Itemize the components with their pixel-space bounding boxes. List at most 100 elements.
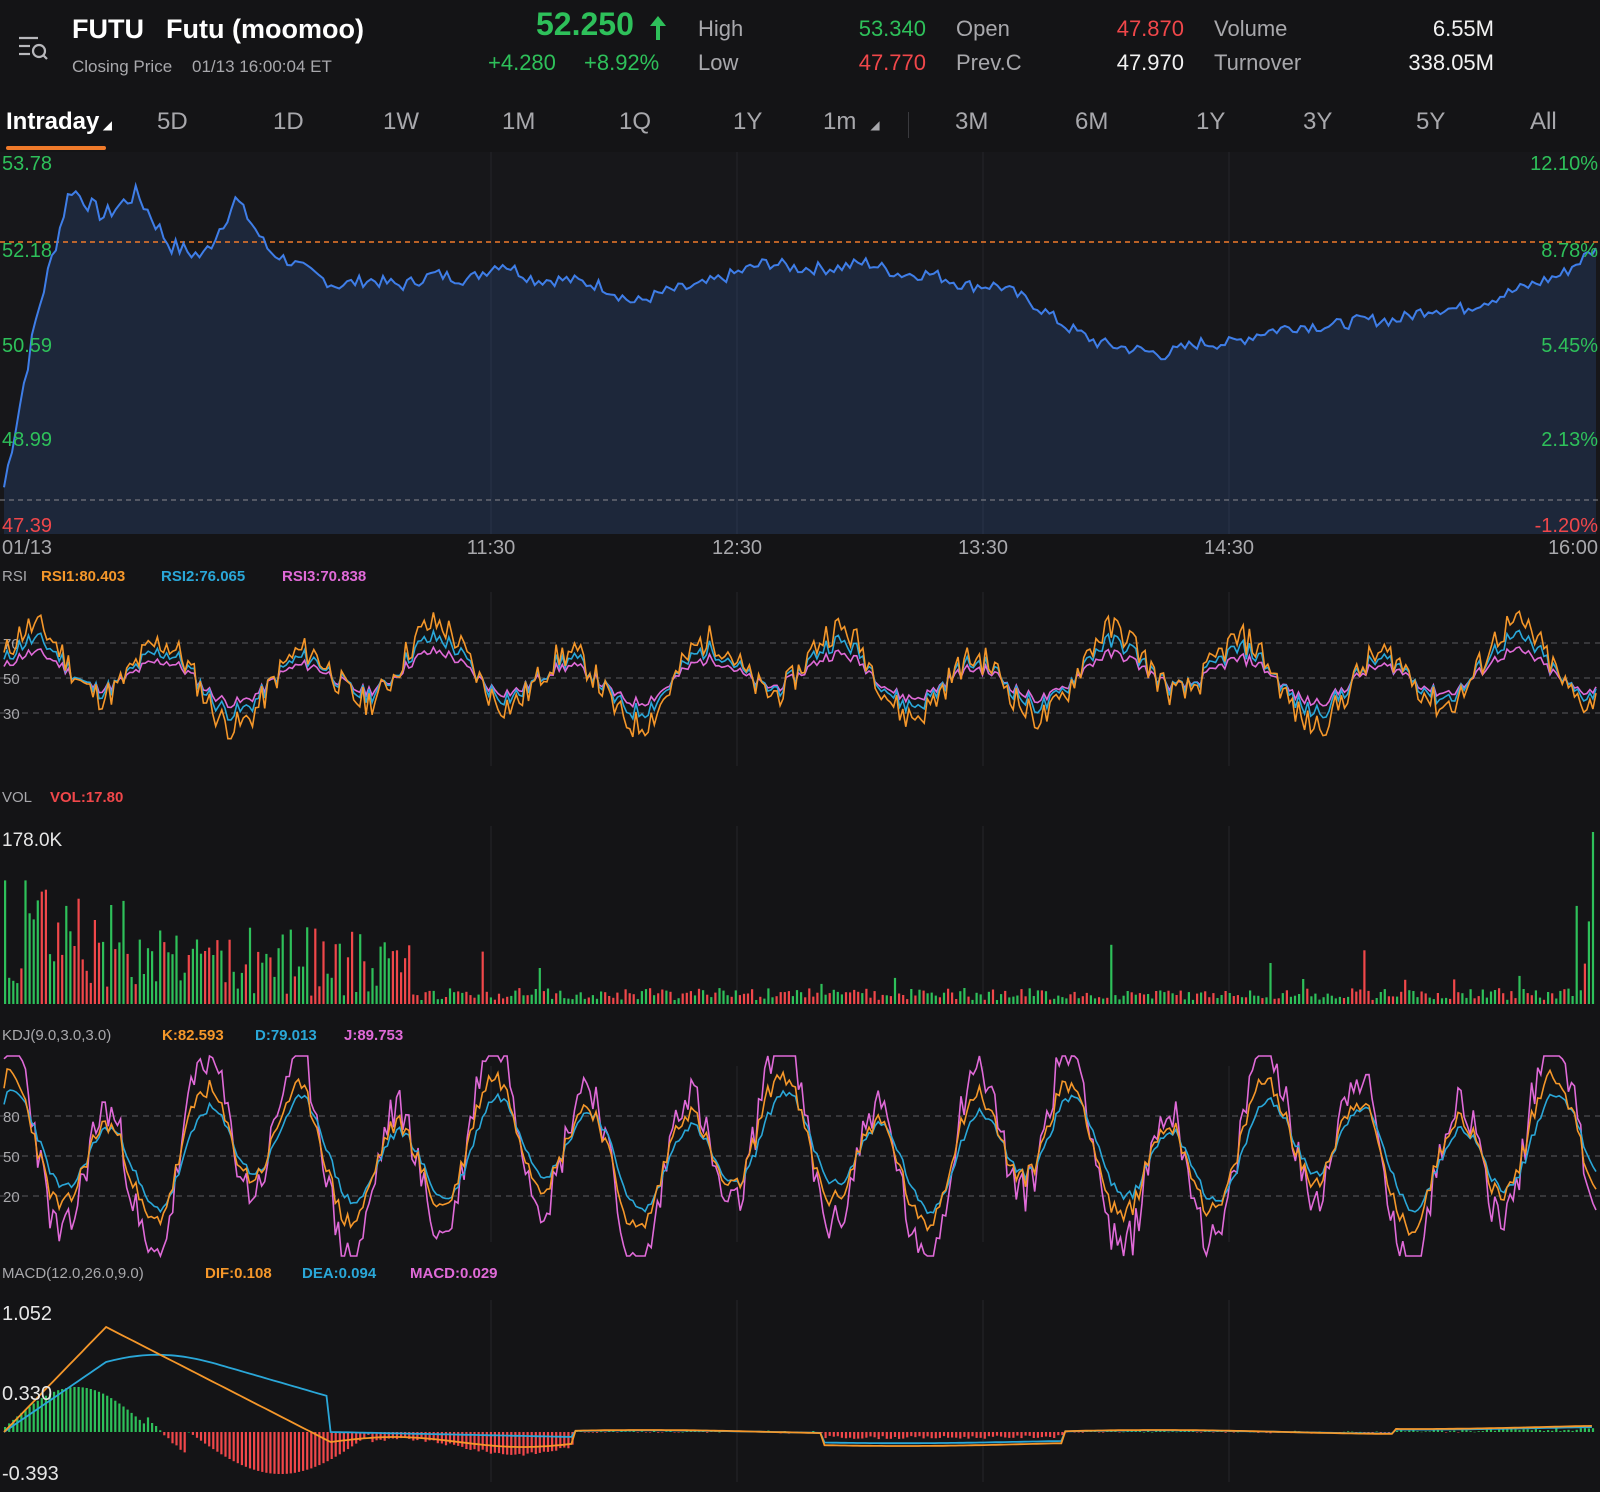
macd-bar <box>24 1409 27 1432</box>
y-axis-left-label: 52.18 <box>2 240 52 262</box>
volume-bar <box>248 927 252 1004</box>
macd-bar <box>1016 1432 1019 1436</box>
macd-bar <box>885 1432 888 1439</box>
volume-bar <box>391 951 394 1004</box>
macd-dea-value: DEA:0.094 <box>302 1265 377 1282</box>
volume-bar <box>538 968 541 1004</box>
macd-bar <box>1477 1431 1480 1432</box>
volume-bar <box>930 992 933 1004</box>
macd-bar <box>853 1432 856 1439</box>
volume-bar <box>171 954 174 1004</box>
volume-bar <box>1383 989 1386 1004</box>
volume-bar <box>318 986 321 1004</box>
volume-bar <box>947 988 950 1004</box>
volume-bar <box>1493 990 1497 1004</box>
volume-bar <box>604 992 607 1004</box>
volume-bar <box>212 955 215 1004</box>
macd-bar <box>636 1432 639 1433</box>
volume-bar <box>1098 997 1101 1004</box>
macd-bar <box>1012 1432 1015 1438</box>
macd-bar <box>1571 1430 1574 1432</box>
macd-bar <box>1020 1432 1023 1439</box>
volume-bar <box>844 992 848 1004</box>
x-axis-label: 13:30 <box>958 537 1008 559</box>
macd-bar <box>1102 1432 1105 1433</box>
volume-bar <box>220 950 223 1004</box>
macd-hist-value: MACD:0.029 <box>410 1265 498 1282</box>
volume-bar <box>473 997 476 1004</box>
volume-bar <box>477 994 480 1004</box>
macd-bar <box>979 1432 982 1438</box>
volume-bar <box>424 992 427 1004</box>
macd-bar <box>1514 1429 1517 1432</box>
volume-bar <box>661 989 664 1004</box>
macd-bar <box>987 1432 990 1437</box>
volume-bar <box>1208 997 1211 1004</box>
volume-bar <box>142 974 145 1004</box>
volume-bar <box>277 948 280 1004</box>
macd-bar <box>1416 1431 1419 1432</box>
macd-bar <box>1081 1432 1084 1433</box>
vol-max-label: 178.0K <box>2 830 63 851</box>
macd-bar <box>881 1432 884 1437</box>
volume-bar <box>1261 998 1264 1004</box>
volume-bar <box>1000 994 1003 1004</box>
volume-bar <box>975 992 978 1004</box>
macd-bar <box>85 1388 88 1432</box>
charts-area[interactable]: 53.78 52.18 50.59 48.99 47.39 12.10% 8.7… <box>0 0 1600 1492</box>
macd-bar <box>69 1387 72 1432</box>
volume-bar <box>146 948 150 1004</box>
volume-bar <box>1489 991 1493 1004</box>
volume-bar <box>649 988 652 1004</box>
volume-bar <box>820 983 823 1004</box>
volume-bar <box>1347 996 1350 1004</box>
volume-bar <box>673 1000 676 1004</box>
macd-bar <box>1408 1430 1411 1432</box>
volume-bar <box>1020 989 1023 1004</box>
volume-bar <box>1228 993 1231 1004</box>
volume-bar <box>1314 993 1317 1004</box>
volume-bar <box>1196 993 1199 1004</box>
volume-bar <box>1322 997 1325 1004</box>
macd-bar <box>1559 1431 1562 1432</box>
macd-bar <box>942 1432 946 1437</box>
macd-bar <box>604 1432 607 1433</box>
volume-bar <box>510 995 513 1004</box>
volume-bar <box>853 989 856 1004</box>
volume-bar <box>787 991 790 1004</box>
macd-bar <box>1036 1432 1039 1438</box>
price-chart: 53.78 52.18 50.59 48.99 47.39 12.10% 8.7… <box>0 152 1600 559</box>
volume-bar <box>1142 994 1146 1004</box>
volume-bar <box>32 919 35 1004</box>
macd-bar <box>269 1432 272 1474</box>
macd-bar <box>1551 1430 1554 1432</box>
volume-bar <box>355 992 358 1004</box>
volume-bar <box>738 995 741 1004</box>
volume-bar <box>783 992 786 1004</box>
volume-bar <box>591 995 594 1004</box>
macd-bar <box>534 1432 537 1454</box>
volume-bar <box>1506 999 1509 1004</box>
volume-bar <box>906 999 909 1004</box>
macd-bar <box>657 1432 660 1433</box>
volume-bar <box>1220 995 1223 1004</box>
volume-bar <box>1138 993 1141 1004</box>
macd-bar <box>947 1432 950 1438</box>
volume-bar <box>555 993 558 1004</box>
volume-bar <box>81 959 84 1004</box>
macd-bar <box>1510 1429 1513 1432</box>
volume-bar <box>1530 995 1533 1004</box>
volume-bar <box>351 931 354 1004</box>
macd-bar <box>36 1400 39 1432</box>
volume-bar <box>873 991 876 1004</box>
macd-bar <box>240 1432 243 1466</box>
volume-bar <box>865 988 868 1004</box>
macd-bar <box>1465 1430 1468 1432</box>
macd-bar <box>151 1423 154 1432</box>
volume-bar <box>746 993 750 1004</box>
macd-bar <box>338 1432 341 1455</box>
volume-bar <box>232 971 235 1004</box>
volume-bar <box>204 951 207 1004</box>
kdj-level-label: 50 <box>3 1149 20 1166</box>
macd-bar <box>644 1432 648 1433</box>
